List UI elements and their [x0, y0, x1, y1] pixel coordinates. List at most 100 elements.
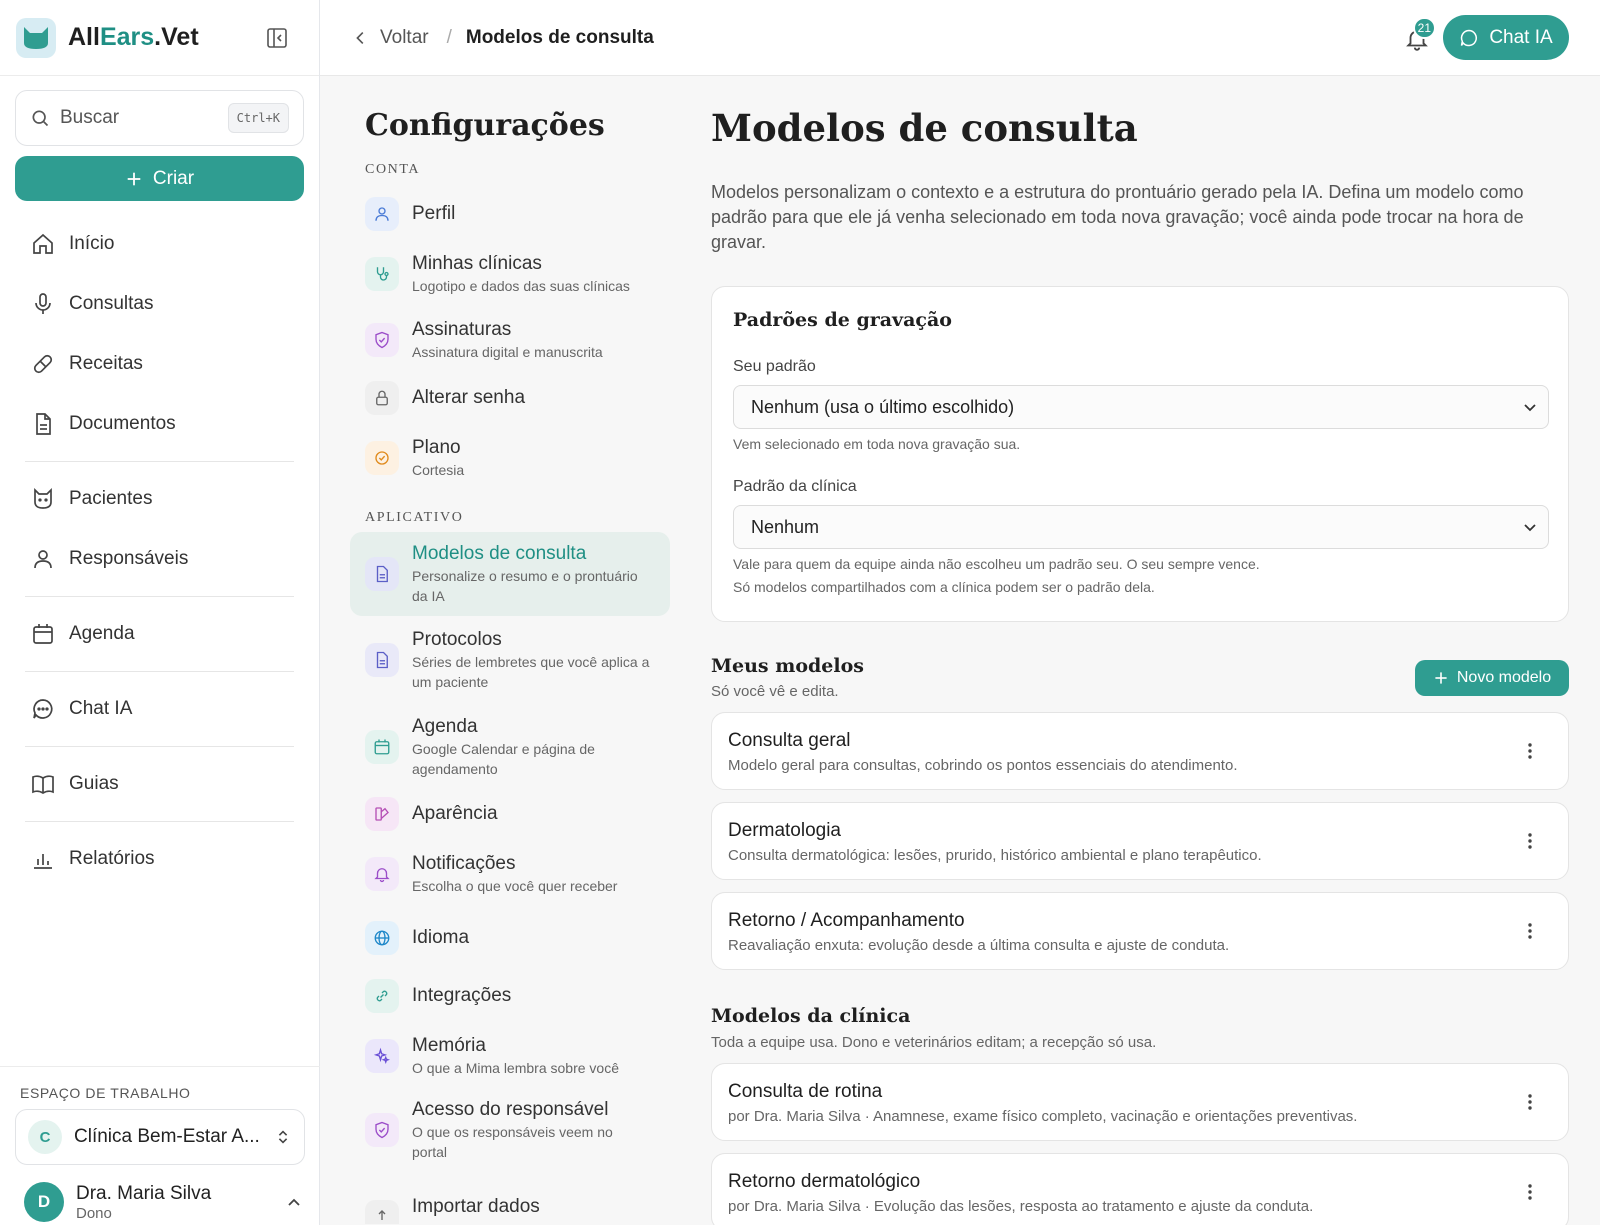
workspace-badge: C	[28, 1120, 62, 1154]
chat-icon	[1459, 28, 1479, 48]
settings-item-aparencia[interactable]: Aparência	[350, 792, 670, 836]
more-vertical-icon[interactable]	[1520, 741, 1540, 761]
lock-icon	[365, 381, 399, 415]
settings-item-protocolos[interactable]: Protocolos Séries de lembretes que você a…	[350, 622, 670, 698]
nav-item-relatorios[interactable]: Relatórios	[15, 829, 304, 889]
nav-item-guias[interactable]: Guias	[15, 754, 304, 814]
chevron-down-icon	[1522, 399, 1538, 415]
more-vertical-icon[interactable]	[1520, 921, 1540, 941]
section-label-aplicativo: APLICATIVO	[365, 510, 464, 525]
my-default-label: Seu padrão	[733, 358, 816, 375]
settings-item-alterar-senha[interactable]: Alterar senha	[350, 376, 670, 420]
settings-item-memoria[interactable]: Memória O que a Mima lembra sobre você	[350, 1028, 670, 1084]
breadcrumb: Voltar / Modelos de consulta	[352, 27, 654, 49]
main-area: Configurações CONTA Perfil Minhas clínic…	[320, 76, 1600, 1225]
brand-name[interactable]: AllEars.Vet	[68, 23, 199, 52]
my-models-title: Meus modelos	[711, 655, 864, 677]
search-input[interactable]: Buscar Ctrl+K	[15, 90, 304, 146]
bar-chart-icon	[31, 847, 55, 871]
nav-item-receitas[interactable]: Receitas	[15, 334, 304, 394]
my-default-select[interactable]: Nenhum (usa o último escolhido)	[733, 385, 1549, 429]
chevron-up-down-icon	[274, 1128, 292, 1146]
sidebar-collapse-icon[interactable]	[265, 26, 289, 50]
shield-icon	[365, 323, 399, 357]
back-link[interactable]: Voltar	[352, 27, 429, 49]
home-icon	[31, 232, 55, 256]
user-name: Dra. Maria Silva	[76, 1182, 212, 1204]
model-card-consulta-geral[interactable]: Consulta geral Modelo geral para consult…	[711, 712, 1569, 790]
nav-item-documentos[interactable]: Documentos	[15, 394, 304, 454]
user-icon	[31, 547, 55, 571]
badge-check-icon	[365, 441, 399, 475]
cat-logo-icon	[16, 17, 56, 58]
page-title: Modelos de consulta	[711, 106, 1138, 150]
nav-item-pacientes[interactable]: Pacientes	[15, 469, 304, 529]
new-model-button[interactable]: Novo modelo	[1415, 660, 1569, 696]
clinic-default-help-1: Vale para quem da equipe ainda não escol…	[733, 556, 1260, 572]
model-card-dermatologia[interactable]: Dermatologia Consulta dermatológica: les…	[711, 802, 1569, 880]
nav-divider	[25, 461, 294, 462]
nav-item-responsaveis[interactable]: Responsáveis	[15, 529, 304, 589]
chat-ia-button[interactable]: Chat IA	[1443, 15, 1569, 60]
settings-item-assinaturas[interactable]: Assinaturas Assinatura digital e manuscri…	[350, 312, 670, 368]
nav-divider	[25, 671, 294, 672]
workspace-selector[interactable]: C Clínica Bem-Estar A...	[15, 1109, 305, 1165]
chevron-down-icon	[1522, 519, 1538, 535]
nav-item-inicio[interactable]: Início	[15, 214, 304, 274]
link-icon	[365, 979, 399, 1013]
settings-item-notificacoes[interactable]: Notificações Escolha o que você quer rece…	[350, 846, 670, 902]
calendar-icon	[365, 730, 399, 764]
create-button[interactable]: Criar	[15, 156, 304, 201]
brand-header: AllEars.Vet	[0, 0, 319, 76]
workspace-block: ESPAÇO DE TRABALHO C Clínica Bem-Estar A…	[0, 1066, 320, 1165]
settings-item-idioma[interactable]: Idioma	[350, 916, 670, 960]
user-role: Dono	[76, 1204, 112, 1222]
clinic-default-help-2: Só modelos compartilhados com a clínica …	[733, 579, 1155, 595]
stethoscope-icon	[365, 257, 399, 291]
more-vertical-icon[interactable]	[1520, 1182, 1540, 1202]
nav-item-chat-ia[interactable]: Chat IA	[15, 679, 304, 739]
settings-item-acesso-do-responsavel[interactable]: Acesso do responsável O que os responsáve…	[350, 1092, 670, 1168]
workspace-label: ESPAÇO DE TRABALHO	[20, 1085, 191, 1101]
more-vertical-icon[interactable]	[1520, 1092, 1540, 1112]
settings-item-minhas-clinicas[interactable]: Minhas clínicas Logotipo e dados das suas…	[350, 246, 670, 302]
page-intro: Modelos personalizam o contexto e a estr…	[711, 182, 1524, 252]
cat-icon	[31, 487, 55, 511]
globe-icon	[365, 921, 399, 955]
model-card-consulta-de-rotina[interactable]: Consulta de rotina por Dra. Maria Silva …	[711, 1063, 1569, 1141]
chevron-left-icon	[352, 29, 370, 47]
settings-item-agenda[interactable]: Agenda Google Calendar e página de agenda…	[350, 709, 670, 785]
document-icon	[365, 643, 399, 677]
bell-icon	[365, 857, 399, 891]
calendar-icon	[31, 622, 55, 646]
avatar: D	[24, 1182, 64, 1222]
sparkles-icon	[365, 1039, 399, 1073]
chat-icon	[31, 697, 55, 721]
microphone-icon	[31, 292, 55, 316]
nav-divider	[25, 746, 294, 747]
section-label-conta: CONTA	[365, 162, 421, 177]
model-card-retorno-acompanhamento[interactable]: Retorno / Acompanhamento Reavaliação enx…	[711, 892, 1569, 970]
user-menu[interactable]: D Dra. Maria Silva Dono	[24, 1182, 304, 1222]
more-vertical-icon[interactable]	[1520, 831, 1540, 851]
pill-icon	[31, 352, 55, 376]
settings-title: Configurações	[365, 108, 605, 143]
nav-item-agenda[interactable]: Agenda	[15, 604, 304, 664]
settings-item-modelos-de-consulta[interactable]: Modelos de consulta Personalize o resumo …	[350, 532, 670, 616]
settings-item-integracoes[interactable]: Integrações	[350, 974, 670, 1018]
clinic-models-subtitle: Toda a equipe usa. Dono e veterinários e…	[711, 1034, 1157, 1051]
plus-icon	[125, 170, 143, 188]
nav-item-consultas[interactable]: Consultas	[15, 274, 304, 334]
search-icon	[30, 108, 50, 128]
breadcrumb-separator: /	[446, 26, 452, 48]
clinic-default-select[interactable]: Nenhum	[733, 505, 1549, 549]
shield-icon	[365, 1113, 399, 1147]
nav-divider	[25, 596, 294, 597]
model-card-retorno-dermatologico[interactable]: Retorno dermatológico por Dra. Maria Sil…	[711, 1153, 1569, 1225]
search-shortcut: Ctrl+K	[227, 103, 289, 133]
workspace-name: Clínica Bem-Estar A...	[74, 1126, 260, 1147]
settings-item-plano[interactable]: Plano Cortesia	[350, 430, 670, 486]
app-sidebar: AllEars.Vet Buscar Ctrl+K Criar Início C…	[0, 0, 320, 1225]
settings-item-perfil[interactable]: Perfil	[350, 192, 670, 236]
settings-item-importar-dados[interactable]: Importar dados	[350, 1180, 670, 1224]
